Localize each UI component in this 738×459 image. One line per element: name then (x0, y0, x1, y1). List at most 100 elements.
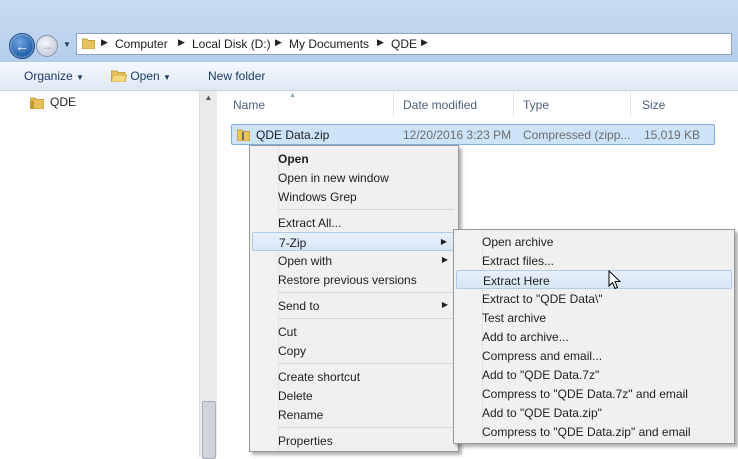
menu-item-open-with[interactable]: Open with ▶ (252, 251, 456, 270)
context-menu: Open Open in new window Windows Grep Ext… (249, 145, 459, 452)
breadcrumb-separator-icon[interactable]: ▶ (421, 37, 428, 48)
scrollbar-thumb[interactable] (202, 401, 216, 459)
menu-item-label: Extract All... (278, 216, 342, 230)
submenu-item-extract-to[interactable]: Extract to "QDE Data\" (456, 289, 732, 308)
submenu-arrow-icon: ▶ (441, 255, 448, 264)
column-header-date[interactable]: Date modified (403, 98, 477, 112)
menu-item-label: Extract files... (482, 254, 555, 268)
menu-item-label: Open with (278, 254, 333, 268)
address-bar-area: ← → ▼ ▶ Computer ▶ Local Disk (D:) ▶ My … (0, 0, 738, 62)
menu-item-rename[interactable]: Rename (252, 405, 456, 424)
menu-item-delete[interactable]: Delete (252, 386, 456, 405)
scroll-up-icon[interactable]: ▲ (200, 93, 217, 105)
breadcrumb-local-disk[interactable]: Local Disk (D:) (192, 37, 271, 51)
menu-item-label: Add to archive... (482, 330, 569, 344)
menu-item-label: Send to (278, 299, 320, 313)
menu-item-extract-all[interactable]: Extract All... (252, 213, 456, 232)
submenu-item-add-to-archive[interactable]: Add to archive... (456, 327, 732, 346)
open-label: Open (130, 69, 160, 83)
command-toolbar: Organize ▼ Open ▼ New folder (0, 62, 738, 91)
submenu-arrow-icon: ▶ (441, 300, 448, 309)
menu-item-label: Windows Grep (278, 190, 357, 204)
breadcrumb-my-documents[interactable]: My Documents (289, 37, 369, 51)
mouse-cursor-icon (608, 270, 622, 290)
folder-icon (30, 97, 44, 109)
breadcrumb-separator-icon[interactable]: ▶ (377, 37, 384, 48)
column-header-name[interactable]: Name (233, 98, 265, 112)
menu-item-copy[interactable]: Copy (252, 341, 456, 360)
table-row[interactable]: QDE Data.zip 12/20/2016 3:23 PM Compress… (231, 124, 715, 145)
breadcrumb-separator-icon[interactable]: ▶ (101, 37, 108, 48)
submenu-item-compress-zip-email[interactable]: Compress to "QDE Data.zip" and email (456, 422, 732, 441)
back-button[interactable]: ← (9, 33, 35, 59)
menu-separator (278, 363, 454, 364)
menu-separator (278, 318, 454, 319)
file-name: QDE Data.zip (256, 128, 330, 142)
submenu-item-test-archive[interactable]: Test archive (456, 308, 732, 327)
menu-item-label: Compress and email... (482, 349, 603, 363)
menu-item-label: Properties (278, 434, 333, 448)
menu-item-label: Copy (278, 344, 307, 358)
open-button[interactable]: Open ▼ (110, 69, 171, 83)
file-type: Compressed (zipp... (523, 128, 631, 142)
menu-item-label: Extract to "QDE Data\" (482, 292, 603, 306)
menu-separator (278, 209, 454, 210)
menu-item-properties[interactable]: Properties (252, 431, 456, 450)
menu-item-label: Create shortcut (278, 370, 361, 384)
file-size: 15,019 KB (644, 128, 701, 142)
menu-item-label: Open (278, 152, 309, 166)
menu-item-label: Delete (278, 389, 313, 403)
menu-item-label: Rename (278, 408, 324, 422)
column-header-type[interactable]: Type (523, 98, 549, 112)
menu-item-send-to[interactable]: Send to ▶ (252, 296, 456, 315)
forward-arrow-icon: → (41, 39, 53, 53)
chevron-down-icon: ▼ (163, 73, 171, 82)
column-divider[interactable] (630, 91, 631, 117)
column-divider[interactable] (513, 91, 514, 117)
forward-button[interactable]: → (36, 35, 58, 57)
breadcrumb-separator-icon[interactable]: ▶ (178, 37, 185, 48)
menu-item-7zip[interactable]: 7-Zip ▶ (252, 232, 456, 251)
menu-item-label: Test archive (482, 311, 547, 325)
new-folder-button[interactable]: New folder (208, 69, 265, 83)
menu-item-label: 7-Zip (279, 236, 307, 250)
nav-scrollbar[interactable]: ▲ (199, 91, 217, 459)
column-header-size[interactable]: Size (642, 98, 665, 112)
menu-item-label: Extract Here (483, 274, 550, 288)
menu-item-label: Open archive (482, 235, 554, 249)
menu-separator (278, 292, 454, 293)
organize-label: Organize (24, 69, 73, 83)
submenu-item-extract-files[interactable]: Extract files... (456, 251, 732, 270)
menu-item-label: Add to "QDE Data.zip" (482, 406, 602, 420)
history-dropdown-icon[interactable]: ▼ (63, 40, 73, 52)
organize-button[interactable]: Organize ▼ (24, 69, 84, 83)
sort-ascending-icon: ▲ (289, 92, 296, 99)
breadcrumb-qde[interactable]: QDE (391, 37, 417, 51)
submenu-item-add-7z[interactable]: Add to "QDE Data.7z" (456, 365, 732, 384)
menu-item-restore-previous[interactable]: Restore previous versions (252, 270, 456, 289)
submenu-item-extract-here[interactable]: Extract Here (456, 270, 732, 289)
file-date: 12/20/2016 3:23 PM (403, 128, 512, 142)
nav-item-qde[interactable]: QDE (50, 95, 76, 109)
chevron-down-icon: ▼ (76, 73, 84, 82)
folder-open-icon (110, 70, 128, 83)
menu-item-open-new-window[interactable]: Open in new window (252, 168, 456, 187)
submenu-item-compress-email[interactable]: Compress and email... (456, 346, 732, 365)
back-arrow-icon: ← (15, 38, 29, 54)
menu-item-label: Cut (278, 325, 297, 339)
menu-item-windows-grep[interactable]: Windows Grep (252, 187, 456, 206)
menu-item-label: Add to "QDE Data.7z" (482, 368, 600, 382)
menu-item-create-shortcut[interactable]: Create shortcut (252, 367, 456, 386)
submenu-item-add-zip[interactable]: Add to "QDE Data.zip" (456, 403, 732, 422)
breadcrumb-computer[interactable]: Computer (115, 37, 168, 51)
navigation-pane: QDE (0, 91, 216, 457)
menu-item-label: Restore previous versions (278, 273, 417, 287)
menu-item-open[interactable]: Open (252, 149, 456, 168)
address-input[interactable]: ▶ Computer ▶ Local Disk (D:) ▶ My Docume… (76, 33, 732, 55)
breadcrumb-separator-icon[interactable]: ▶ (275, 37, 282, 48)
submenu-item-compress-7z-email[interactable]: Compress to "QDE Data.7z" and email (456, 384, 732, 403)
column-divider[interactable] (393, 91, 394, 117)
submenu-arrow-icon: ▶ (440, 237, 447, 246)
menu-item-cut[interactable]: Cut (252, 322, 456, 341)
submenu-item-open-archive[interactable]: Open archive (456, 232, 732, 251)
